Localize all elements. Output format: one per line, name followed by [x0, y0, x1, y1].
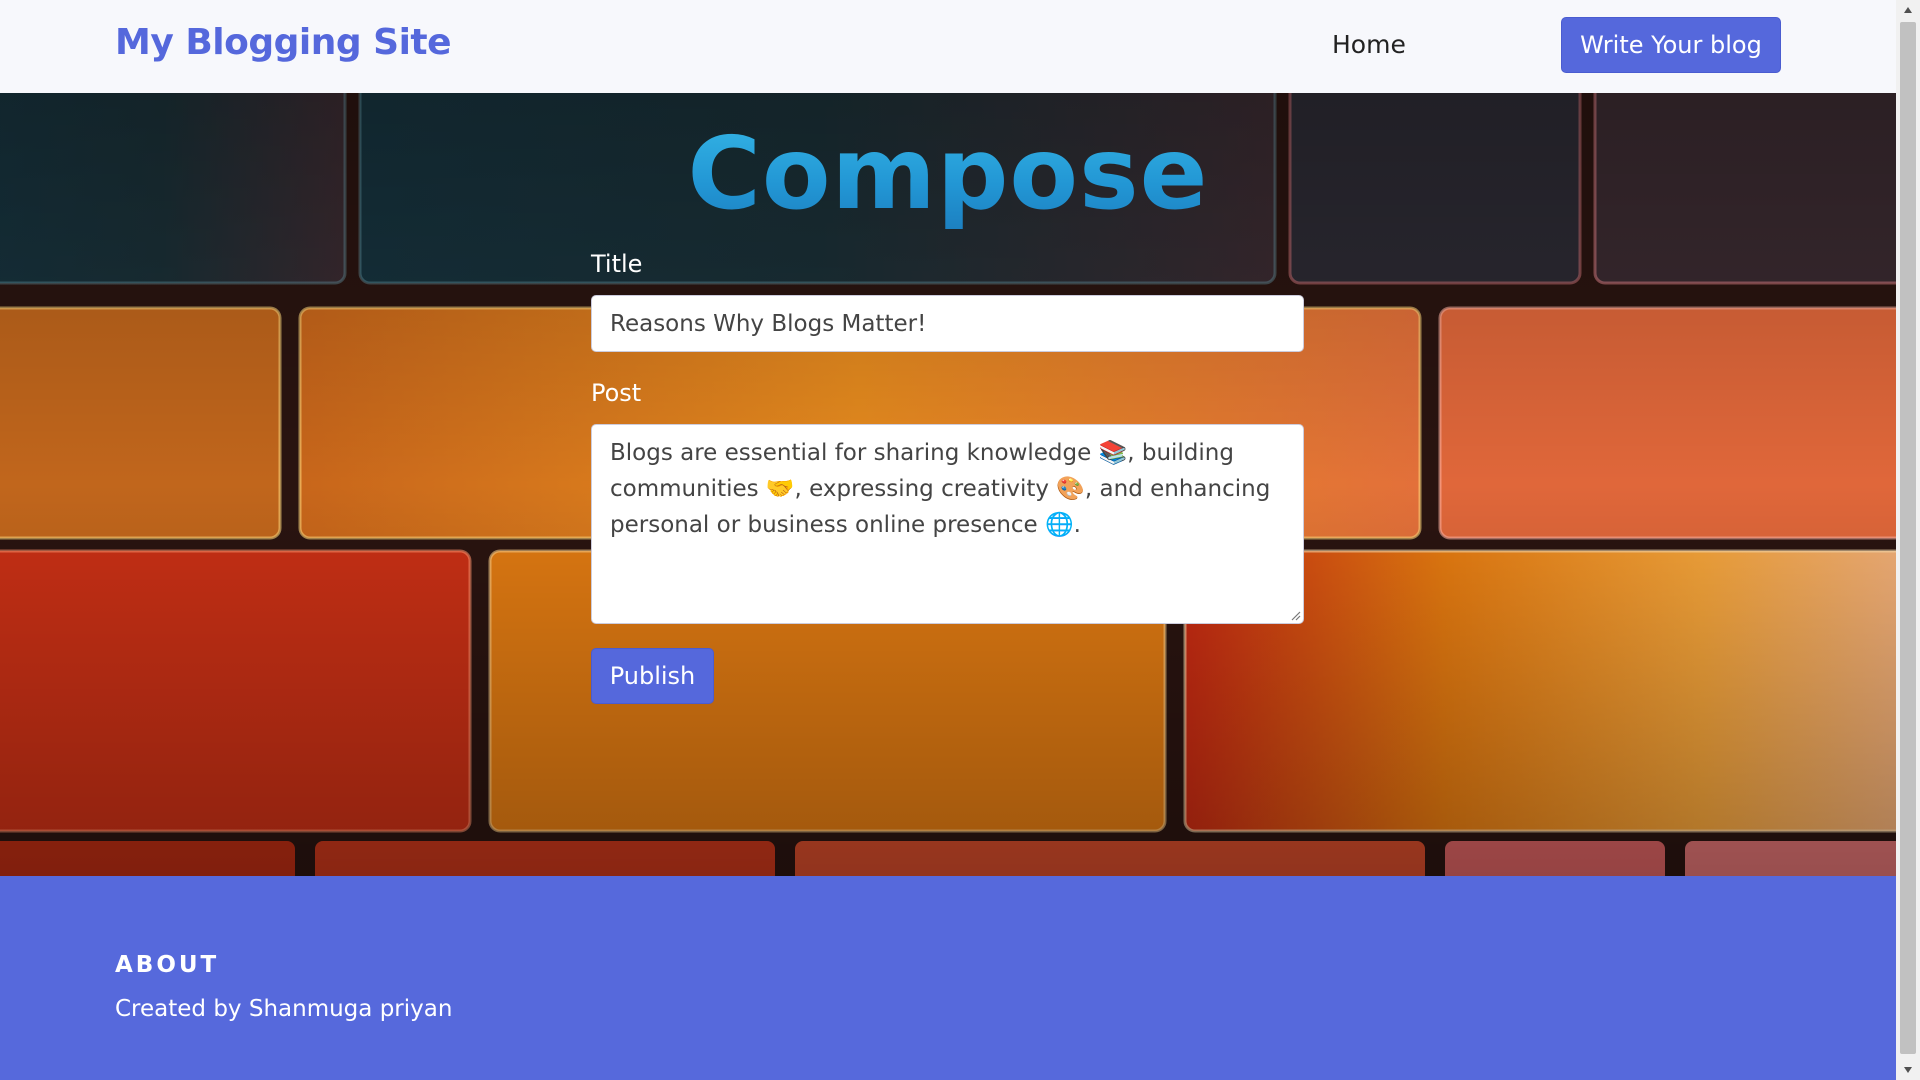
post-textarea-value: Blogs are essential for sharing knowledg…: [610, 440, 1271, 538]
title-input[interactable]: Reasons Why Blogs Matter!: [591, 295, 1304, 352]
publish-button[interactable]: Publish: [591, 648, 714, 704]
compose-heading: Compose: [0, 115, 1896, 232]
chevron-up-icon[interactable]: [1896, 0, 1920, 20]
about-text: Created by Shanmuga priyan: [115, 996, 453, 1022]
write-blog-button[interactable]: Write Your blog: [1561, 17, 1781, 73]
nav-home-link[interactable]: Home: [1332, 30, 1406, 59]
page: My Blogging Site Home Write Your blog Co…: [0, 0, 1896, 1080]
about-heading: ABOUT: [115, 952, 220, 978]
footer: [0, 876, 1896, 1080]
resize-grip-icon[interactable]: [1289, 609, 1301, 621]
post-label: Post: [591, 379, 642, 407]
title-label: Title: [591, 250, 643, 278]
scrollbar-thumb[interactable]: [1900, 22, 1916, 1054]
title-input-value: Reasons Why Blogs Matter!: [610, 310, 927, 337]
vertical-scrollbar[interactable]: [1896, 0, 1920, 1080]
navbar: My Blogging Site Home Write Your blog: [0, 0, 1896, 93]
post-textarea[interactable]: Blogs are essential for sharing knowledg…: [591, 424, 1304, 624]
chevron-down-icon[interactable]: [1896, 1060, 1920, 1080]
site-brand[interactable]: My Blogging Site: [115, 22, 452, 63]
